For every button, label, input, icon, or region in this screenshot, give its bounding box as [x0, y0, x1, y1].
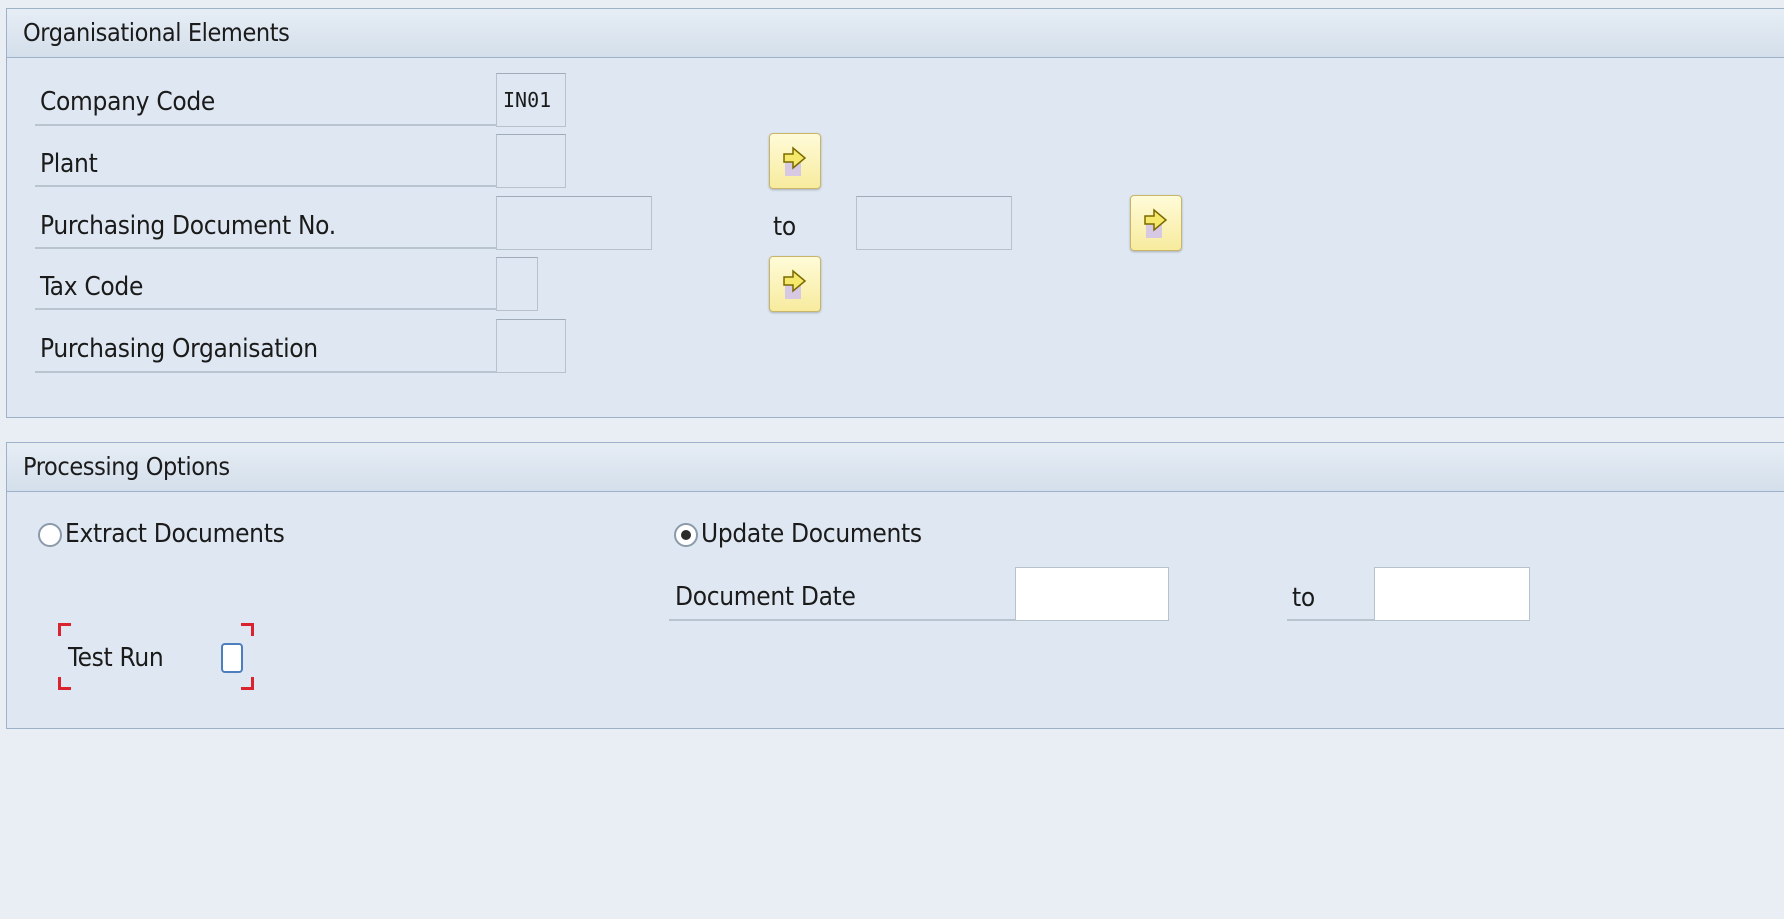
arrow-right-icon [783, 269, 807, 299]
extract-documents-radio[interactable] [38, 523, 62, 547]
purchasing-document-to-label: to [773, 212, 796, 242]
label-underline [35, 308, 497, 310]
label-underline [35, 371, 497, 373]
plant-label: Plant [40, 149, 98, 179]
focus-corner [241, 677, 254, 690]
tax-code-label: Tax Code [40, 272, 144, 302]
company-code-label: Company Code [40, 87, 216, 117]
plant-field[interactable] [496, 134, 566, 188]
purchasing-document-from-field[interactable] [496, 196, 652, 250]
purchasing-document-no-label: Purchasing Document No. [40, 211, 336, 241]
document-date-to-label: to [1292, 583, 1315, 613]
focus-corner [241, 623, 254, 636]
focus-corner [58, 677, 71, 690]
organisational-elements-group: Organisational Elements Company Code IN0… [6, 8, 1784, 418]
tax-code-multiple-selection-button[interactable] [769, 256, 821, 312]
purchasing-document-multiple-selection-button[interactable] [1130, 195, 1182, 251]
update-documents-radio[interactable] [674, 523, 698, 547]
document-date-from-field[interactable] [1015, 567, 1169, 621]
group-header: Processing Options [7, 443, 1784, 492]
tax-code-field[interactable] [496, 257, 538, 311]
purchasing-organisation-label: Purchasing Organisation [40, 334, 318, 364]
purchasing-document-to-field[interactable] [856, 196, 1012, 250]
group-header: Organisational Elements [7, 9, 1784, 58]
label-underline [1287, 619, 1375, 621]
purchasing-organisation-field[interactable] [496, 319, 566, 373]
plant-multiple-selection-button[interactable] [769, 133, 821, 189]
label-underline [35, 185, 497, 187]
focus-corner [58, 623, 71, 636]
document-date-to-field[interactable] [1374, 567, 1530, 621]
group-title: Processing Options [23, 452, 230, 481]
processing-options-group: Processing Options Extract Documents Upd… [6, 442, 1784, 729]
label-underline [35, 124, 497, 126]
arrow-right-icon [783, 146, 807, 176]
radio-selected-dot [681, 530, 691, 540]
document-date-label: Document Date [675, 582, 856, 612]
update-documents-label[interactable]: Update Documents [701, 519, 922, 549]
extract-documents-label[interactable]: Extract Documents [65, 519, 285, 549]
group-title: Organisational Elements [23, 18, 290, 47]
arrow-right-icon [1144, 208, 1168, 238]
test-run-label[interactable]: Test Run [68, 643, 164, 673]
label-underline [669, 619, 1015, 621]
label-underline [35, 247, 497, 249]
company-code-field[interactable]: IN01 [496, 73, 566, 127]
test-run-checkbox[interactable] [221, 643, 243, 673]
